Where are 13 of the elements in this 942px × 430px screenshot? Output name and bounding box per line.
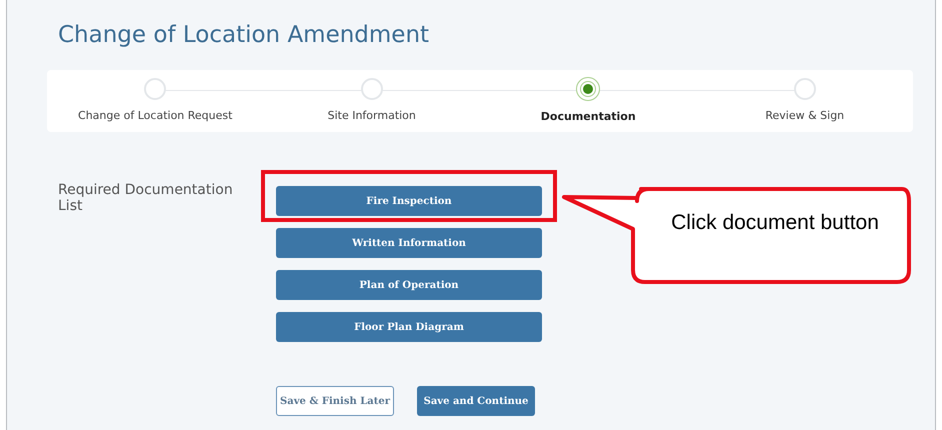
document-button[interactable]: Floor Plan Diagram — [276, 312, 542, 342]
step-label: Site Information — [328, 108, 416, 124]
callout-text: Click document button — [671, 211, 879, 234]
page-title: Change of Location Amendment — [58, 22, 430, 48]
save-continue-button[interactable]: Save and Continue — [417, 386, 535, 416]
document-button[interactable]: Plan of Operation — [276, 270, 542, 300]
document-button[interactable]: Written Information — [276, 228, 542, 258]
section-label: Required Documentation List — [58, 182, 234, 214]
step-label: Review & Sign — [765, 108, 844, 124]
save-later-button[interactable]: Save & Finish Later — [276, 386, 394, 416]
document-button[interactable]: Fire Inspection — [276, 186, 542, 216]
step-label: Change of Location Request — [78, 108, 232, 124]
step-label: Documentation — [540, 109, 636, 125]
